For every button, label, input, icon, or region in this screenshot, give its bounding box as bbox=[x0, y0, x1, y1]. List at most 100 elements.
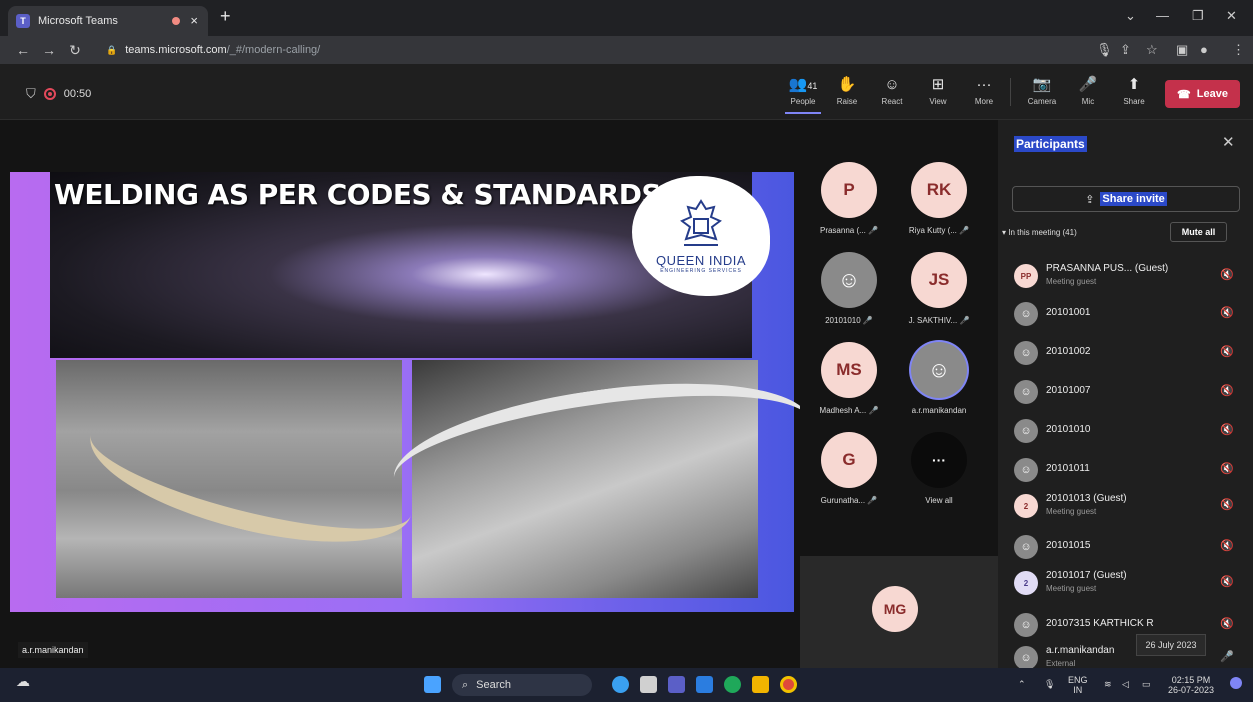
share-label: Share bbox=[1123, 97, 1145, 106]
participant-name: 20101011 bbox=[1046, 463, 1090, 474]
spotlight-tile[interactable]: MG bbox=[800, 556, 998, 668]
avatar: MG bbox=[872, 586, 918, 632]
search-icon: ⌕ bbox=[462, 678, 469, 691]
person-icon: ☺ bbox=[821, 252, 877, 308]
participant-row[interactable]: ☺ 20101007 🔇 bbox=[1014, 376, 1242, 408]
start-icon[interactable] bbox=[424, 676, 441, 693]
minimize-button[interactable]: — bbox=[1156, 8, 1169, 23]
participant-row[interactable]: 2 20101013 (Guest) Meeting guest 🔇 bbox=[1014, 490, 1242, 522]
language-indicator[interactable]: ENG IN bbox=[1068, 675, 1088, 695]
notification-icon[interactable] bbox=[1230, 677, 1242, 689]
participant-name: Riya Kutty (... 🎤 bbox=[908, 226, 970, 235]
chevron-up-icon[interactable]: ⌃ bbox=[1018, 679, 1026, 689]
people-label: People bbox=[790, 97, 816, 106]
participant-role: Meeting guest bbox=[1046, 277, 1097, 286]
mute-all-button[interactable]: Mute all bbox=[1170, 222, 1227, 242]
avatar: 2 bbox=[1014, 494, 1038, 518]
share-invite-button[interactable]: ⇪ Share invite bbox=[1012, 186, 1240, 212]
leave-button[interactable]: ☎ Leave bbox=[1165, 80, 1240, 108]
participant-tile[interactable]: RK Riya Kutty (... 🎤 bbox=[894, 162, 984, 235]
participant-name: 20101010 🎤 bbox=[825, 316, 873, 325]
avatar: MS bbox=[821, 342, 877, 398]
participant-row[interactable]: ☺ 20101011 🔇 bbox=[1014, 454, 1242, 486]
share-invite-label: Share invite bbox=[1100, 192, 1167, 206]
react-button[interactable]: ☺ React bbox=[872, 76, 912, 106]
participant-tile[interactable]: P Prasanna (... 🎤 bbox=[804, 162, 894, 235]
view-all-button[interactable]: ··· View all bbox=[894, 432, 984, 505]
participant-row[interactable]: ☺ 20101010 🔇 bbox=[1014, 415, 1242, 447]
volume-icon[interactable]: ◁ bbox=[1122, 679, 1129, 689]
logo-subtitle: ENGINEERING SERVICES bbox=[660, 267, 742, 274]
participant-role: External bbox=[1046, 659, 1076, 668]
new-tab-button[interactable]: + bbox=[220, 6, 231, 27]
shield-icon: ⛉ bbox=[26, 86, 36, 101]
more-icon: ··· bbox=[911, 432, 967, 488]
participant-name: Madhesh A... 🎤 bbox=[819, 406, 879, 415]
file-explorer-icon[interactable] bbox=[752, 676, 769, 693]
participant-name: 20101001 bbox=[1046, 307, 1091, 318]
chevron-down-icon: ▾ bbox=[1002, 228, 1007, 237]
teams-icon: T bbox=[16, 14, 30, 28]
hand-icon: ✋ bbox=[837, 76, 857, 93]
smiley-icon: ☺ bbox=[884, 76, 900, 93]
tab-close-button[interactable]: × bbox=[190, 13, 198, 28]
participant-tile[interactable]: MS Madhesh A... 🎤 bbox=[804, 342, 894, 415]
avatar: 2 bbox=[1014, 571, 1038, 595]
participant-name: PRASANNA PUS... (Guest) bbox=[1046, 263, 1169, 274]
grid-icon: ⊞ bbox=[931, 76, 945, 93]
participant-tile[interactable]: JS J. SAKTHIV... 🎤 bbox=[894, 252, 984, 325]
profile-avatar[interactable]: ● bbox=[1200, 42, 1208, 57]
wifi-icon[interactable]: ≋ bbox=[1104, 679, 1112, 689]
participant-name: a.r.manikandan bbox=[911, 406, 967, 415]
chrome-icon[interactable] bbox=[780, 676, 797, 693]
people-button[interactable]: 👥41 People bbox=[783, 76, 823, 114]
close-icon[interactable]: ✕ bbox=[1222, 133, 1235, 151]
teams-chat-icon[interactable] bbox=[668, 676, 685, 693]
mic-off-icon: 🔇 bbox=[1220, 346, 1234, 358]
store-icon[interactable] bbox=[696, 676, 713, 693]
reload-icon[interactable]: ↻ bbox=[62, 42, 88, 59]
forward-icon[interactable]: → bbox=[36, 42, 62, 58]
raise-hand-button[interactable]: ✋ Raise bbox=[827, 76, 867, 106]
share-button[interactable]: ⬆ Share bbox=[1114, 76, 1154, 106]
participant-tile[interactable]: G Gurunatha... 🎤 bbox=[804, 432, 894, 505]
close-window-button[interactable]: ✕ bbox=[1226, 8, 1237, 24]
search-box[interactable]: ⌕ Search bbox=[452, 674, 592, 696]
participant-tile[interactable]: ☺ a.r.manikandan bbox=[894, 342, 984, 415]
participant-tile[interactable]: ☺ 20101010 🎤 bbox=[804, 252, 894, 325]
restore-button[interactable]: ❐ bbox=[1192, 8, 1204, 24]
leave-label: Leave bbox=[1196, 88, 1228, 100]
mic-permission-icon[interactable]: 🎙 bbox=[1096, 42, 1113, 58]
participant-row[interactable]: ☺ 20101001 🔇 bbox=[1014, 298, 1242, 330]
crest-icon bbox=[680, 198, 722, 246]
participant-row[interactable]: ☺ 20101015 🔇 bbox=[1014, 531, 1242, 563]
mic-off-icon: 🔇 bbox=[1220, 618, 1234, 630]
mic-button[interactable]: 🎤 Mic bbox=[1068, 76, 1108, 106]
sidebar-icon[interactable]: ▣ bbox=[1176, 42, 1188, 58]
back-icon[interactable]: ← bbox=[10, 42, 36, 58]
browser-tab[interactable]: T Microsoft Teams × bbox=[8, 6, 208, 36]
task-view-icon[interactable] bbox=[640, 676, 657, 693]
participant-row[interactable]: PP PRASANNA PUS... (Guest) Meeting guest 🔇 bbox=[1014, 260, 1242, 292]
edge-icon[interactable] bbox=[724, 676, 741, 693]
share-page-icon[interactable]: ⇪ bbox=[1120, 42, 1131, 58]
in-meeting-section[interactable]: ▾ In this meeting (41) bbox=[1002, 228, 1077, 237]
lock-icon: 🔒 bbox=[106, 44, 118, 55]
participant-row[interactable]: 2 20101017 (Guest) Meeting guest 🔇 bbox=[1014, 567, 1242, 599]
browser-menu-icon[interactable]: ⋮ bbox=[1232, 42, 1245, 58]
widgets-icon[interactable] bbox=[612, 676, 629, 693]
mic-tray-icon[interactable]: 🎙 bbox=[1044, 679, 1055, 689]
more-button[interactable]: ··· More bbox=[964, 76, 1004, 106]
weather-icon[interactable]: ☁ bbox=[16, 674, 30, 688]
camera-button[interactable]: 📷 Camera bbox=[1022, 76, 1062, 106]
bookmark-star-icon[interactable]: ☆ bbox=[1146, 42, 1158, 58]
clock[interactable]: 02:15 PM 26-07-2023 bbox=[1168, 675, 1214, 695]
view-button[interactable]: ⊞ View bbox=[918, 76, 958, 106]
battery-icon[interactable]: ▭ bbox=[1142, 679, 1151, 689]
participant-row[interactable]: ☺ 20107315 KARTHICK R 🔇 bbox=[1014, 609, 1242, 641]
browser-toolbar: ← → ↻ 🔒 teams.microsoft.com/_#/modern-ca… bbox=[0, 36, 1253, 64]
participant-row[interactable]: ☺ 20101002 🔇 bbox=[1014, 337, 1242, 369]
url-path: /_#/modern-calling/ bbox=[226, 44, 321, 56]
tab-search-icon[interactable]: ⌄ bbox=[1125, 8, 1136, 24]
address-bar[interactable]: 🔒 teams.microsoft.com/_#/modern-calling/ bbox=[96, 39, 1086, 61]
